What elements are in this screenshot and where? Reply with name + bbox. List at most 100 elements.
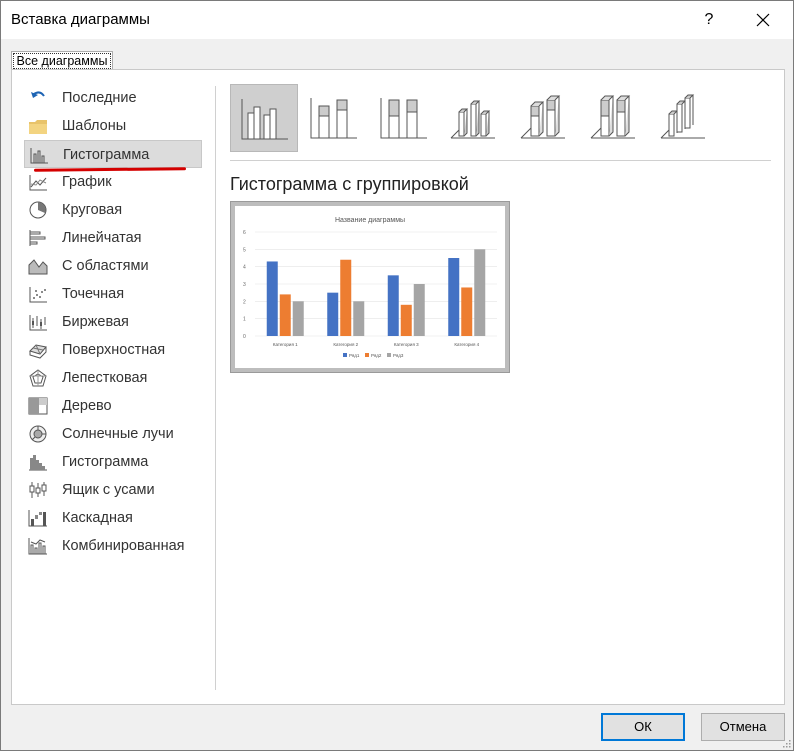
- subtype-title: Гистограмма с группировкой: [230, 174, 469, 194]
- sidebar-item[interactable]: С областями: [24, 252, 202, 280]
- bar: [353, 301, 365, 336]
- chart-type-list: Последние Шаблоны Гистограмма График Кругова…: [24, 84, 204, 560]
- sidebar-item-label: Линейчатая: [62, 230, 142, 246]
- 3d-column-icon[interactable]: [650, 84, 718, 152]
- sidebar-item-label: Дерево: [62, 398, 112, 414]
- sidebar-item-label: Круговая: [62, 202, 123, 218]
- x-tick-label: Категория 2: [333, 342, 358, 347]
- sidebar-item-label: Точечная: [62, 286, 125, 302]
- legend-label: Ряд3: [393, 353, 404, 358]
- treemap-chart-icon: [28, 397, 48, 415]
- window-title: Вставка диаграммы: [11, 11, 150, 28]
- sidebar-item[interactable]: Линейчатая: [24, 224, 202, 252]
- sidebar-item[interactable]: Ящик с усами: [24, 476, 202, 504]
- y-tick-label: 3: [243, 282, 246, 288]
- bar: [461, 287, 473, 336]
- sidebar-item[interactable]: Последние: [24, 84, 202, 112]
- y-tick-label: 1: [243, 317, 246, 323]
- folder-icon: [28, 117, 48, 135]
- sidebar-item[interactable]: Лепестковая: [24, 364, 202, 392]
- histogram-chart-icon: [28, 453, 48, 471]
- tab-all-charts-label: Все диаграммы: [13, 53, 111, 69]
- sidebar-item[interactable]: Гистограмма: [24, 448, 202, 476]
- bar: [474, 249, 486, 336]
- sidebar-item[interactable]: Шаблоны: [24, 112, 202, 140]
- chart-preview[interactable]: Название диаграммы 0 1 2 3 4 5 6 Категория 1 Кате…: [230, 201, 510, 373]
- sidebar-item-label: Поверхностная: [62, 342, 166, 358]
- 3d-stacked-100-column-icon[interactable]: [580, 84, 648, 152]
- close-icon: [756, 13, 770, 27]
- sidebar-item[interactable]: Комбинированная: [24, 532, 202, 560]
- bar: [279, 294, 291, 336]
- legend-swatch: [343, 353, 347, 357]
- bar: [400, 304, 412, 336]
- sidebar-item-label: Солнечные лучи: [62, 426, 174, 442]
- waterfall-chart-icon: [28, 509, 48, 527]
- x-tick-label: Категория 3: [394, 342, 419, 347]
- chart-panel: Последние Шаблоны Гистограмма График Кругова…: [11, 69, 785, 705]
- stock-chart-icon: [28, 313, 48, 331]
- sidebar-item[interactable]: Биржевая: [24, 308, 202, 336]
- sidebar-item[interactable]: Дерево: [24, 392, 202, 420]
- y-tick-label: 0: [243, 334, 246, 340]
- stacked-column-icon[interactable]: [300, 84, 368, 152]
- bar: [387, 275, 399, 336]
- sidebar-item-label: С областями: [62, 258, 149, 274]
- sidebar-item-label: Шаблоны: [62, 118, 127, 134]
- y-tick-label: 5: [243, 247, 246, 253]
- sidebar-item[interactable]: Солнечные лучи: [24, 420, 202, 448]
- legend-swatch: [387, 353, 391, 357]
- recent-icon: [28, 89, 48, 107]
- sidebar-item-label: Гистограмма: [63, 147, 150, 163]
- legend-label: Ряд2: [371, 353, 382, 358]
- chart-subtype-gallery: [230, 84, 760, 154]
- area-chart-icon: [28, 257, 48, 275]
- column-chart-icon: [29, 146, 49, 164]
- box-whisker-chart-icon: [28, 481, 48, 499]
- preview-chart: Название диаграммы 0 1 2 3 4 5 6 Категория 1 Кате…: [243, 217, 497, 358]
- 3d-clustered-column-icon[interactable]: [440, 84, 508, 152]
- sidebar-item-label: Каскадная: [62, 510, 133, 526]
- bar: [327, 292, 339, 336]
- ok-button[interactable]: ОК: [601, 713, 685, 741]
- x-tick-label: Категория 1: [273, 342, 298, 347]
- close-button[interactable]: [747, 5, 779, 35]
- sidebar-item-label: Ящик с усами: [62, 482, 155, 498]
- 3d-stacked-column-icon[interactable]: [510, 84, 578, 152]
- sidebar-item-label: Комбинированная: [62, 538, 185, 554]
- help-button[interactable]: ?: [695, 5, 723, 35]
- sidebar-item[interactable]: Поверхностная: [24, 336, 202, 364]
- line-chart-icon: [28, 173, 48, 191]
- x-tick-label: Категория 4: [454, 342, 479, 347]
- clustered-column-icon[interactable]: [230, 84, 298, 152]
- stacked-100-column-icon[interactable]: [370, 84, 438, 152]
- radar-chart-icon: [28, 369, 48, 387]
- pie-chart-icon: [28, 201, 48, 219]
- sidebar-item[interactable]: Круговая: [24, 196, 202, 224]
- tab-all-charts[interactable]: Все диаграммы: [11, 51, 113, 70]
- legend-swatch: [365, 353, 369, 357]
- bar: [292, 301, 304, 336]
- surface-chart-icon: [28, 341, 48, 359]
- y-tick-label: 2: [243, 299, 246, 305]
- sidebar-item[interactable]: График: [24, 168, 202, 196]
- y-tick-label: 4: [243, 265, 246, 271]
- title-bar: Вставка диаграммы ?: [1, 1, 793, 39]
- combo-chart-icon: [28, 537, 48, 555]
- sidebar-item-label: Лепестковая: [62, 370, 148, 386]
- y-tick-label: 6: [243, 230, 246, 236]
- bar-chart-icon: [28, 229, 48, 247]
- sidebar-item[interactable]: Каскадная: [24, 504, 202, 532]
- sidebar-item[interactable]: Точечная: [24, 280, 202, 308]
- bar: [340, 259, 352, 336]
- chart-preview-canvas: Название диаграммы 0 1 2 3 4 5 6 Категория 1 Кате…: [235, 206, 505, 368]
- bar: [266, 261, 278, 336]
- sidebar-item-label: Последние: [62, 90, 137, 106]
- sidebar-item[interactable]: Гистограмма: [24, 140, 202, 168]
- sidebar-item-label: Гистограмма: [62, 454, 149, 470]
- scatter-chart-icon: [28, 285, 48, 303]
- bar: [448, 258, 460, 336]
- cancel-button[interactable]: Отмена: [701, 713, 785, 741]
- chart-title: Название диаграммы: [335, 217, 405, 224]
- resize-grip-icon[interactable]: [781, 738, 791, 748]
